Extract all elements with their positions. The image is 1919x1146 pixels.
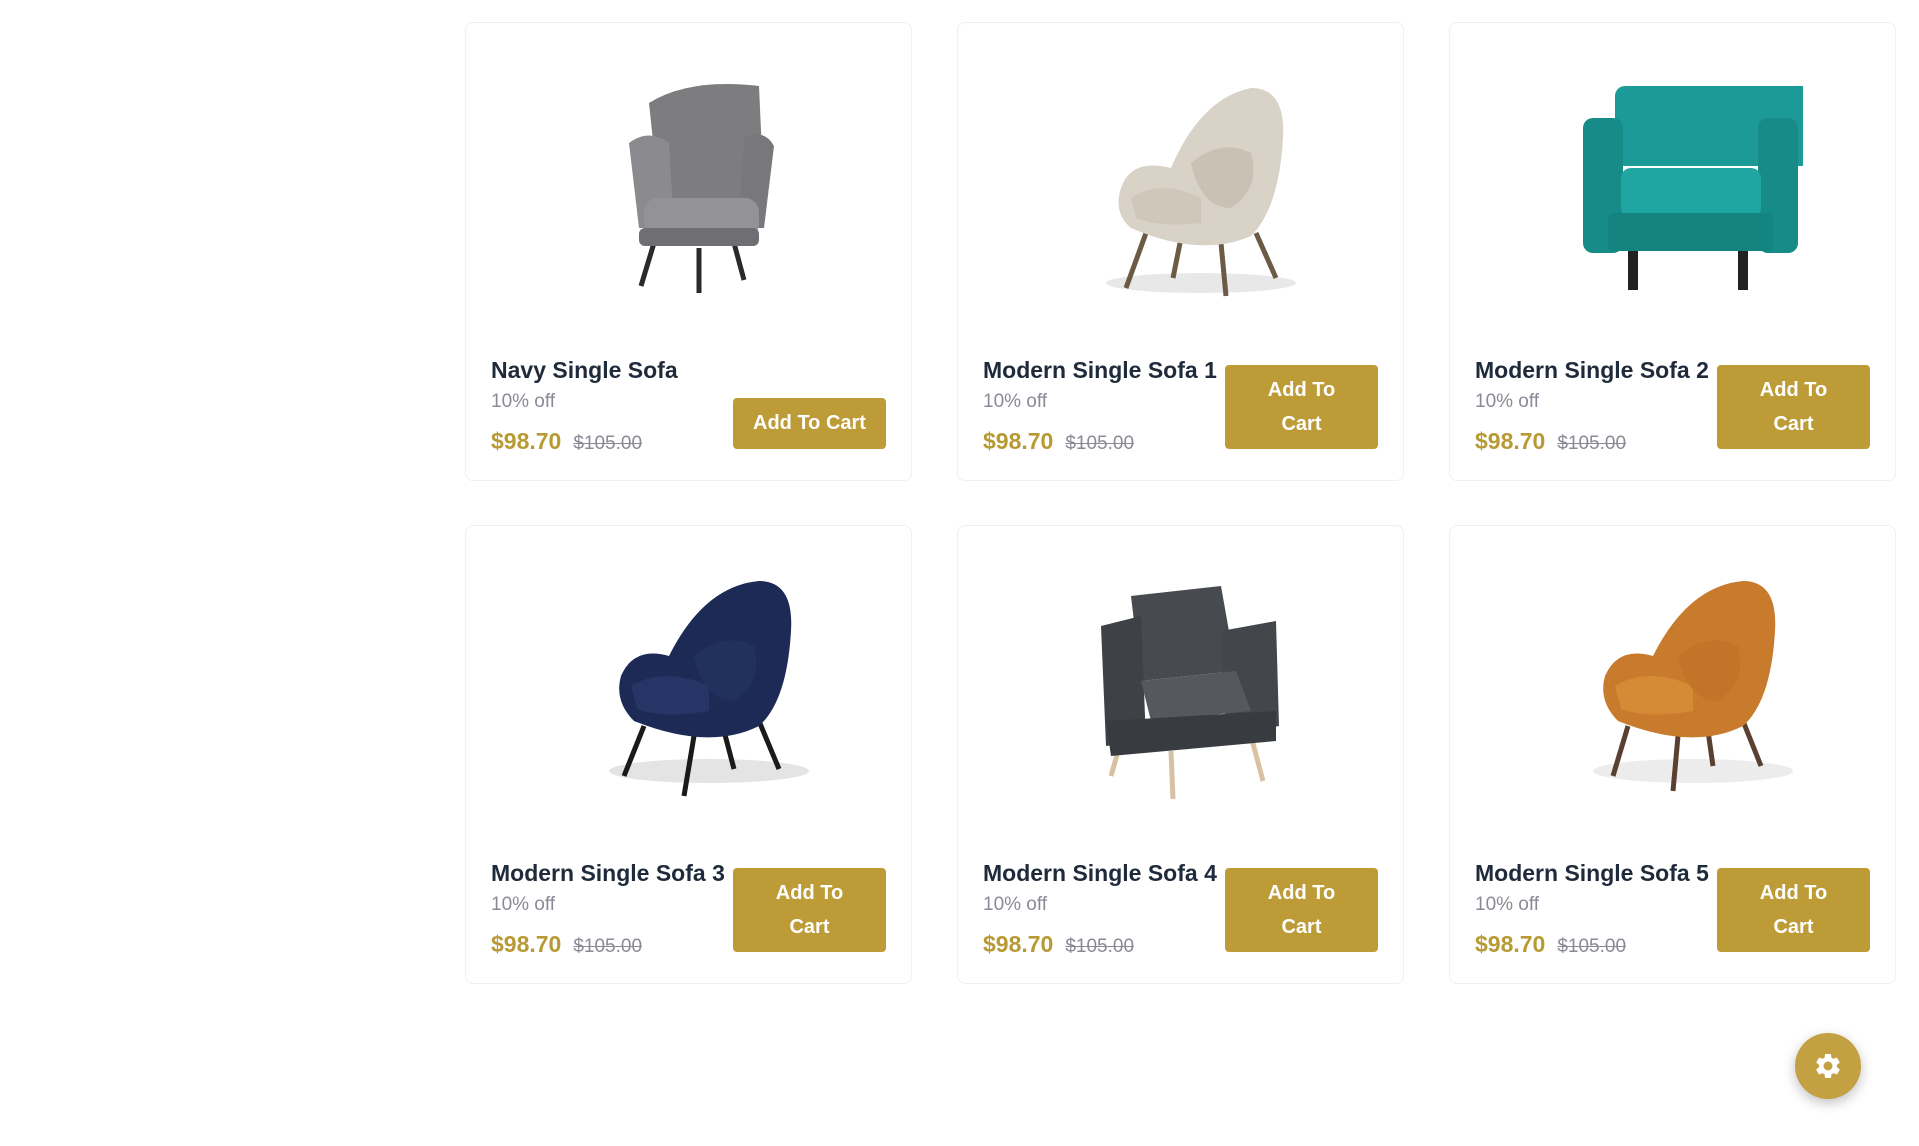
orange-lounge-chair-image	[1592, 581, 1793, 792]
original-price: $105.00	[1065, 936, 1135, 957]
product-card: Modern Single Sofa 4 10% off $98.70 $105…	[957, 525, 1404, 984]
product-name[interactable]: Modern Single Sofa 3	[491, 856, 733, 891]
dark-grey-armchair-image	[1100, 586, 1279, 800]
product-image[interactable]	[491, 43, 886, 313]
navy-lounge-chair-image	[608, 581, 809, 797]
add-to-cart-button[interactable]: Add To Cart	[733, 398, 886, 449]
discount-label: 10% off	[983, 894, 1048, 915]
product-name[interactable]: Modern Single Sofa 2	[1475, 353, 1717, 388]
add-to-cart-button[interactable]: Add To Cart	[733, 868, 886, 952]
product-image[interactable]	[1475, 43, 1870, 313]
product-card: Navy Single Sofa 10% off $98.70 $105.00 …	[465, 22, 912, 481]
sale-price: $98.70	[1475, 931, 1546, 957]
product-image[interactable]	[1475, 546, 1870, 816]
sale-price: $98.70	[983, 428, 1054, 454]
product-image[interactable]	[491, 546, 886, 816]
gear-icon	[1816, 1054, 1840, 1078]
discount-label: 10% off	[1475, 391, 1540, 412]
sale-price: $98.70	[983, 931, 1054, 957]
product-image[interactable]	[983, 43, 1378, 313]
original-price: $105.00	[573, 936, 643, 957]
product-name[interactable]: Navy Single Sofa	[491, 353, 733, 388]
product-grid: Navy Single Sofa 10% off $98.70 $105.00 …	[465, 22, 1900, 984]
sale-price: $98.70	[491, 428, 562, 454]
product-card: Modern Single Sofa 1 10% off $98.70 $105…	[957, 22, 1404, 481]
product-name[interactable]: Modern Single Sofa 4	[983, 856, 1225, 891]
product-card: Modern Single Sofa 2 10% off $98.70 $105…	[1449, 22, 1896, 481]
product-card: Modern Single Sofa 5 10% off $98.70 $105…	[1449, 525, 1896, 984]
discount-label: 10% off	[491, 894, 556, 915]
original-price: $105.00	[1065, 433, 1135, 454]
original-price: $105.00	[1557, 936, 1627, 957]
grey-armchair-image	[628, 84, 774, 293]
add-to-cart-button[interactable]: Add To Cart	[1717, 868, 1870, 952]
discount-label: 10% off	[1475, 894, 1540, 915]
add-to-cart-button[interactable]: Add To Cart	[1717, 365, 1870, 449]
sale-price: $98.70	[1475, 428, 1546, 454]
add-to-cart-button[interactable]: Add To Cart	[1225, 868, 1378, 952]
beige-lounge-chair-image	[1105, 88, 1296, 297]
product-image[interactable]	[983, 546, 1378, 816]
sale-price: $98.70	[491, 931, 562, 957]
product-name[interactable]: Modern Single Sofa 1	[983, 353, 1225, 388]
discount-label: 10% off	[491, 391, 556, 412]
product-card: Modern Single Sofa 3 10% off $98.70 $105…	[465, 525, 912, 984]
product-name[interactable]: Modern Single Sofa 5	[1475, 856, 1717, 891]
add-to-cart-button[interactable]: Add To Cart	[1225, 365, 1378, 449]
discount-label: 10% off	[983, 391, 1048, 412]
original-price: $105.00	[573, 433, 643, 454]
teal-armchair-image	[1582, 86, 1803, 290]
settings-button[interactable]	[1795, 1033, 1861, 1099]
original-price: $105.00	[1557, 433, 1627, 454]
